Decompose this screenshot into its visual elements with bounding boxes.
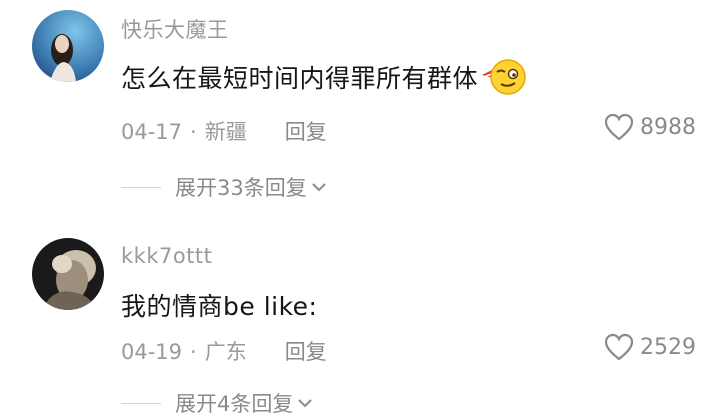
username[interactable]: kkk7ottt (121, 244, 212, 268)
expand-replies-label: 展开33条回复 (175, 176, 307, 200)
avatar-image (32, 10, 104, 82)
heart-icon (604, 113, 634, 141)
reply-button[interactable]: 回复 (285, 340, 327, 364)
expand-replies-button[interactable]: 展开4条回复 (121, 388, 313, 418)
expand-divider (121, 402, 161, 404)
comment-date: 04-17 (121, 120, 183, 144)
smirk-face-emoji-icon (480, 57, 528, 103)
like-count: 8988 (640, 114, 696, 140)
avatar[interactable] (32, 238, 104, 310)
comment-text-content: 怎么在最短时间内得罪所有群体 (121, 64, 479, 93)
comment-date: 04-19 (121, 340, 183, 364)
like-button[interactable]: 8988 (604, 113, 696, 141)
expand-replies-label: 展开4条回复 (175, 392, 294, 416)
like-count: 2529 (640, 334, 696, 360)
avatar[interactable] (32, 10, 104, 82)
like-button[interactable]: 2529 (604, 333, 696, 361)
reply-button[interactable]: 回复 (285, 120, 327, 144)
comment-meta: 04-19 · 广东 回复 (121, 336, 327, 366)
chevron-down-icon (298, 399, 313, 408)
comment-meta: 04-17 · 新疆 回复 (121, 116, 327, 146)
meta-separator: · (190, 120, 197, 144)
comment-item: kkk7ottt 我的情商be like: 04-19 · 广东 回复 2529 展开… (0, 230, 720, 416)
comment-location: 新疆 (204, 120, 247, 144)
comment-location: 广东 (204, 340, 247, 364)
comment-text: 怎么在最短时间内得罪所有群体 (121, 57, 528, 103)
meta-separator: · (190, 340, 197, 364)
comment-text-content: 我的情商be like: (121, 292, 318, 321)
expand-replies-button[interactable]: 展开33条回复 (121, 172, 327, 202)
comment-text: 我的情商be like: (121, 287, 317, 323)
avatar-image (32, 238, 104, 310)
comment-item: 快乐大魔王 怎么在最短时间内得罪所有群体 04-17 · 新疆 回复 8988 展开3… (0, 0, 720, 210)
heart-icon (604, 333, 634, 361)
chevron-down-icon (312, 183, 326, 192)
expand-divider (121, 186, 161, 188)
username[interactable]: 快乐大魔王 (121, 14, 229, 44)
